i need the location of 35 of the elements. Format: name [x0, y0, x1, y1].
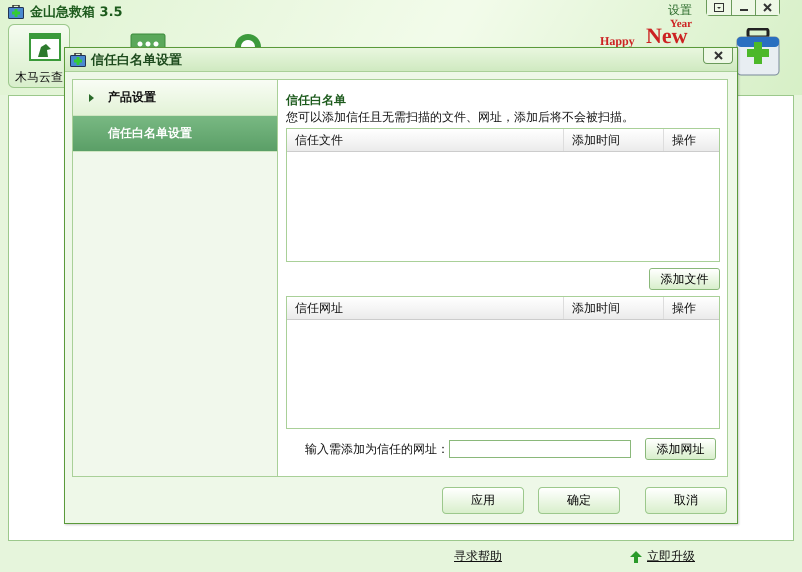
- up-arrow-icon: [629, 550, 643, 564]
- column-header: 添加时间: [564, 129, 664, 151]
- url-input-field[interactable]: [449, 440, 631, 458]
- column-header: 添加时间: [564, 297, 664, 319]
- close-button[interactable]: [755, 0, 779, 15]
- window-title: 金山急救箱 3.5: [30, 4, 123, 21]
- dialog-title: 信任白名单设置: [91, 52, 182, 68]
- dialog-button[interactable]: 应用: [442, 487, 524, 514]
- column-header: 信任网址: [287, 297, 564, 319]
- column-header: 操作: [671, 300, 697, 317]
- first-aid-kit-icon: [70, 52, 86, 66]
- dialog-button[interactable]: 取消: [645, 487, 727, 514]
- close-icon: [763, 3, 772, 12]
- menu-button[interactable]: [707, 0, 731, 15]
- section-heading: 信任白名单: [286, 92, 347, 108]
- minimize-icon: [740, 9, 748, 11]
- help-link[interactable]: 寻求帮助: [454, 548, 502, 565]
- close-icon: [714, 51, 722, 60]
- url-label: 输入需添加为信任的网址：: [305, 440, 449, 458]
- first-aid-kit-icon: [8, 5, 24, 19]
- toolbar-tab[interactable]: 木马云查: [8, 24, 70, 88]
- nav-item[interactable]: 产品设置: [73, 80, 277, 116]
- description-text: 您可以添加信任且无需扫描的文件、网址，添加后将不会被扫描。: [286, 109, 635, 126]
- dropdown-icon: [714, 3, 724, 12]
- dialog-button[interactable]: 确定: [538, 487, 620, 514]
- banner-text: Happy: [600, 34, 635, 49]
- add-url-button[interactable]: 添加网址: [645, 438, 716, 460]
- column-header: 信任文件: [287, 129, 564, 151]
- upgrade-link[interactable]: 立即升级: [647, 548, 695, 565]
- settings-link[interactable]: 设置: [668, 2, 692, 19]
- globe-icon: [233, 33, 263, 47]
- minimize-button[interactable]: [731, 0, 755, 15]
- column-header: 操作: [671, 132, 697, 149]
- close-button[interactable]: [703, 48, 733, 64]
- add-file-button[interactable]: 添加文件: [649, 268, 720, 290]
